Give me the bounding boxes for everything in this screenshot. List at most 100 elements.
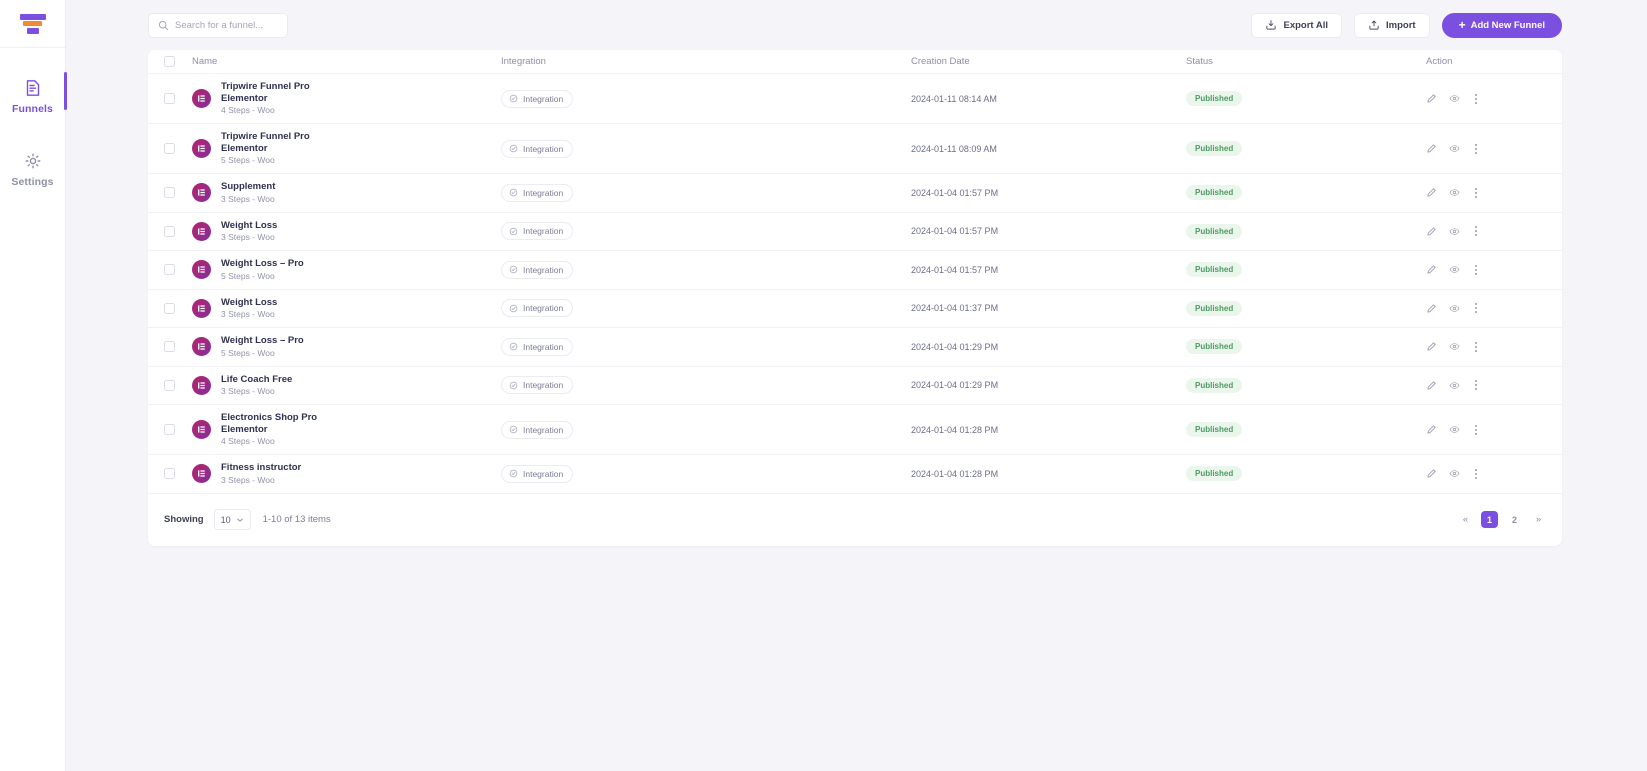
row-status-cell: Published xyxy=(1186,377,1426,393)
elementor-avatar xyxy=(192,375,211,395)
integration-label: Integration xyxy=(523,468,564,479)
per-page-select[interactable]: 10 xyxy=(213,509,251,530)
row-checkbox[interactable] xyxy=(164,424,175,435)
edit-pencil-icon[interactable] xyxy=(1426,424,1437,435)
import-button[interactable]: Import xyxy=(1354,12,1430,38)
page-button-2[interactable]: 2 xyxy=(1506,511,1523,528)
integration-label: Integration xyxy=(523,143,564,154)
page-button-1[interactable]: 1 xyxy=(1481,511,1498,528)
integration-badge[interactable]: Integration xyxy=(501,222,574,241)
main-content: Export All Import + Add New Funnel Nam xyxy=(66,0,1647,771)
table-footer: Showing 10 1-10 of 13 items « 1 2 » xyxy=(148,494,1562,546)
table-row[interactable]: Tripwire Funnel Pro Elementor 4 Steps - … xyxy=(148,74,1562,124)
chevron-down-icon xyxy=(236,518,243,522)
row-name-cell: Life Coach Free 3 Steps - Woo xyxy=(192,374,501,398)
more-options-icon[interactable] xyxy=(1472,143,1480,154)
more-options-icon[interactable] xyxy=(1472,303,1480,314)
integration-badge[interactable]: Integration xyxy=(501,299,574,318)
eye-preview-icon[interactable] xyxy=(1449,303,1460,314)
more-options-icon[interactable] xyxy=(1472,187,1480,198)
funnel-steps: 3 Steps - Woo xyxy=(221,193,275,204)
edit-pencil-icon[interactable] xyxy=(1426,468,1437,479)
row-checkbox[interactable] xyxy=(164,468,175,480)
edit-pencil-icon[interactable] xyxy=(1426,341,1437,352)
edit-pencil-icon[interactable] xyxy=(1426,187,1437,198)
row-checkbox[interactable] xyxy=(164,225,175,237)
row-checkbox[interactable] xyxy=(164,264,175,276)
first-page-button[interactable]: « xyxy=(1458,511,1473,528)
table-row[interactable]: Supplement 3 Steps - Woo Integration 202… xyxy=(148,174,1562,213)
more-options-icon[interactable] xyxy=(1472,468,1480,479)
row-checkbox[interactable] xyxy=(164,341,175,353)
edit-pencil-icon[interactable] xyxy=(1426,380,1437,391)
integration-badge[interactable]: Integration xyxy=(501,89,574,108)
row-select-cell xyxy=(148,341,192,353)
funnel-steps: 5 Steps - Woo xyxy=(221,270,275,281)
eye-preview-icon[interactable] xyxy=(1449,468,1460,479)
search-box[interactable] xyxy=(148,12,288,38)
row-checkbox[interactable] xyxy=(164,302,175,314)
integration-badge[interactable]: Integration xyxy=(501,260,574,279)
select-all-checkbox[interactable] xyxy=(164,56,175,67)
elementor-avatar xyxy=(192,337,211,357)
app-logo[interactable] xyxy=(0,0,65,48)
elementor-avatar xyxy=(192,183,211,203)
eye-preview-icon[interactable] xyxy=(1449,424,1460,435)
add-new-funnel-button[interactable]: + Add New Funnel xyxy=(1441,12,1562,38)
row-checkbox[interactable] xyxy=(164,187,175,199)
funnel-steps: 3 Steps - Woo xyxy=(221,309,275,319)
eye-preview-icon[interactable] xyxy=(1449,143,1460,154)
table-row[interactable]: Weight Loss – Pro 5 Steps - Woo Integrat… xyxy=(148,251,1562,290)
eye-preview-icon[interactable] xyxy=(1449,380,1460,391)
more-options-icon[interactable] xyxy=(1472,264,1480,275)
row-name-cell: Tripwire Funnel Pro Elementor 5 Steps - … xyxy=(192,131,501,166)
eye-preview-icon[interactable] xyxy=(1449,93,1460,104)
last-page-button[interactable]: » xyxy=(1531,511,1546,528)
integration-badge[interactable]: Integration xyxy=(501,376,574,395)
edit-pencil-icon[interactable] xyxy=(1426,226,1437,237)
edit-pencil-icon[interactable] xyxy=(1426,93,1437,104)
integration-badge[interactable]: Integration xyxy=(501,139,574,158)
more-options-icon[interactable] xyxy=(1472,341,1480,352)
edit-pencil-icon[interactable] xyxy=(1426,303,1437,314)
integration-badge[interactable]: Integration xyxy=(501,464,574,483)
row-select-cell xyxy=(148,424,192,435)
eye-preview-icon[interactable] xyxy=(1449,264,1460,275)
table-row[interactable]: Fitness instructor 3 Steps - Woo Integra… xyxy=(148,455,1562,494)
eye-preview-icon[interactable] xyxy=(1449,226,1460,237)
more-options-icon[interactable] xyxy=(1472,93,1480,104)
more-options-icon[interactable] xyxy=(1472,424,1480,435)
status-badge: Published xyxy=(1186,91,1243,106)
creation-date: 2024-01-04 01:29 PM xyxy=(911,380,999,391)
row-integration-cell: Integration xyxy=(501,183,911,202)
table-row[interactable]: Weight Loss 3 Steps - Woo Integration 20… xyxy=(148,290,1562,328)
eye-preview-icon[interactable] xyxy=(1449,341,1460,352)
integration-label: Integration xyxy=(523,341,564,352)
search-input[interactable] xyxy=(175,19,278,31)
integration-label: Integration xyxy=(523,380,564,391)
table-row[interactable]: Weight Loss 3 Steps - Woo Integration 20… xyxy=(148,213,1562,251)
funnel-name: Fitness instructor xyxy=(221,462,302,473)
table-row[interactable]: Electronics Shop Pro Elementor 4 Steps -… xyxy=(148,405,1562,455)
table-row[interactable]: Life Coach Free 3 Steps - Woo Integratio… xyxy=(148,367,1562,405)
eye-preview-icon[interactable] xyxy=(1449,187,1460,198)
row-checkbox[interactable] xyxy=(164,379,175,391)
more-options-icon[interactable] xyxy=(1472,380,1480,391)
integration-badge[interactable]: Integration xyxy=(501,337,574,356)
edit-pencil-icon[interactable] xyxy=(1426,264,1437,275)
sidebar-item-funnels[interactable]: Funnels xyxy=(0,70,67,121)
row-checkbox[interactable] xyxy=(164,143,175,154)
integration-badge[interactable]: Integration xyxy=(501,420,574,439)
row-date-cell: 2024-01-11 08:14 AM xyxy=(911,94,1186,104)
table-row[interactable]: Weight Loss – Pro 5 Steps - Woo Integrat… xyxy=(148,328,1562,367)
funnel-name: Electronics Shop Pro Elementor xyxy=(221,412,318,435)
more-options-icon[interactable] xyxy=(1472,226,1480,237)
funnel-steps: 3 Steps - Woo xyxy=(221,232,275,242)
creation-date: 2024-01-04 01:57 PM xyxy=(911,264,999,275)
integration-badge[interactable]: Integration xyxy=(501,183,574,202)
edit-pencil-icon[interactable] xyxy=(1426,143,1437,154)
sidebar-item-settings[interactable]: Settings xyxy=(0,143,65,194)
export-all-button[interactable]: Export All xyxy=(1251,12,1342,38)
table-row[interactable]: Tripwire Funnel Pro Elementor 5 Steps - … xyxy=(148,124,1562,174)
row-checkbox[interactable] xyxy=(164,93,175,104)
